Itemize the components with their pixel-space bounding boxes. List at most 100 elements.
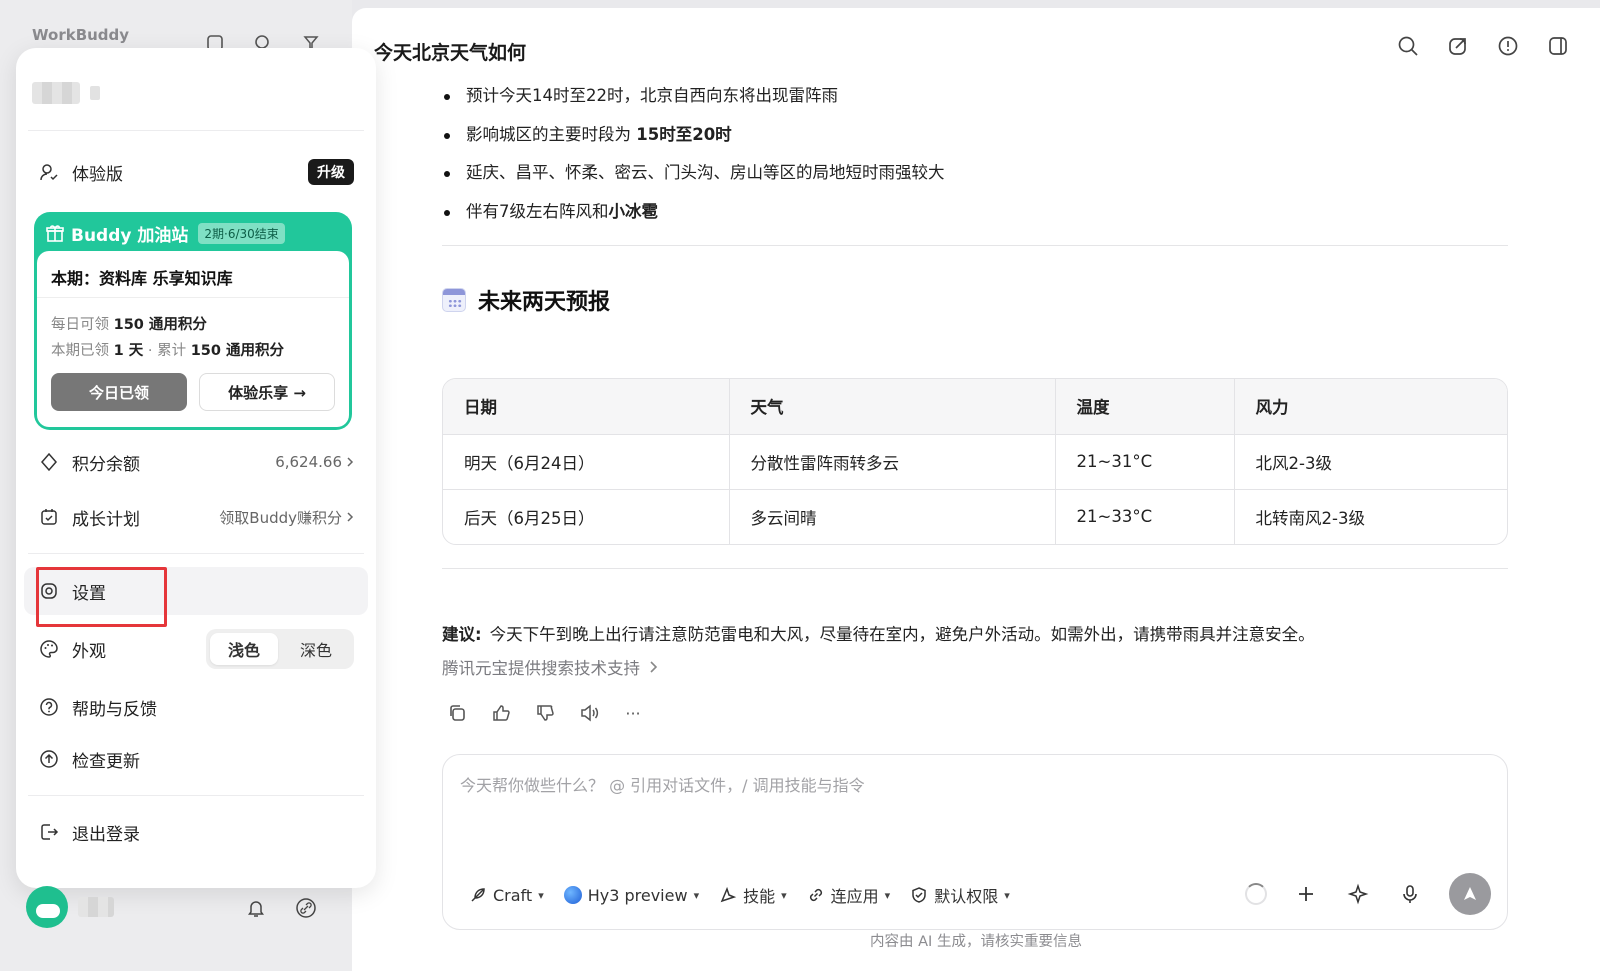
appearance-item: 外观 浅色 深色 bbox=[24, 625, 368, 673]
chevron-down-icon: ▾ bbox=[781, 888, 787, 902]
link-icon bbox=[809, 888, 822, 902]
check-update-item[interactable]: 检查更新 bbox=[24, 735, 368, 783]
table-row: 后天（6月25日） 多云间晴 21~33°C 北转南风2-3级 bbox=[443, 489, 1507, 544]
skills-icon bbox=[720, 886, 737, 903]
history-icon[interactable] bbox=[1496, 34, 1520, 58]
table-cell: 北风2-3级 bbox=[1234, 434, 1507, 490]
chevron-right-icon bbox=[347, 457, 354, 467]
footer-icons bbox=[244, 896, 318, 920]
promo-card: Buddy 加油站 2期·6/30结束 本期：资料库 乐享知识库 每日可领 15… bbox=[34, 212, 352, 430]
table-cell: 明天（6月24日） bbox=[443, 434, 730, 490]
table-cell: 21~31°C bbox=[1055, 434, 1235, 490]
upgrade-button[interactable]: 升级 bbox=[308, 159, 354, 185]
user-info bbox=[32, 82, 100, 104]
plan-item: 体验版 升级 bbox=[24, 148, 368, 196]
help-feedback-item[interactable]: 帮助与反馈 bbox=[24, 683, 368, 731]
table-cell: 分散性雷阵雨转多云 bbox=[729, 434, 1056, 490]
bell-icon[interactable] bbox=[244, 896, 268, 920]
list-item: 预计今天14时至22时，北京自西向东将出现雷阵雨 bbox=[444, 86, 945, 125]
logout-item[interactable]: 退出登录 bbox=[24, 808, 368, 856]
copy-icon[interactable] bbox=[446, 702, 468, 724]
divider bbox=[37, 297, 349, 298]
microphone-icon[interactable] bbox=[1397, 881, 1423, 907]
divider bbox=[28, 130, 364, 131]
model-logo-icon bbox=[563, 886, 582, 904]
column-header: 天气 bbox=[729, 379, 1056, 435]
more-icon[interactable]: ··· bbox=[622, 702, 644, 724]
source-link[interactable]: 腾讯元宝提供搜索技术支持 bbox=[442, 655, 658, 679]
palette-icon bbox=[38, 638, 60, 660]
conversation-title: 今天北京天气如何 bbox=[374, 42, 527, 64]
avatar[interactable] bbox=[26, 886, 68, 928]
thumbs-down-icon[interactable] bbox=[534, 702, 556, 724]
permission-selector[interactable]: 默认权限 ▾ bbox=[910, 883, 1010, 907]
promo-body: 本期：资料库 乐享知识库 每日可领 150 通用积分 本期已领 1 天 · 累计… bbox=[37, 251, 349, 427]
section-title: 未来两天预报 bbox=[478, 290, 611, 315]
promo-header: Buddy 加油站 2期·6/30结束 bbox=[37, 215, 349, 251]
search-icon[interactable] bbox=[1396, 34, 1420, 58]
logout-icon bbox=[38, 821, 60, 843]
composer-placeholder[interactable]: 今天帮你做些什么？ @ 引用对话文件，/ 调用技能与指令 bbox=[460, 772, 865, 796]
theme-dark-option[interactable]: 深色 bbox=[282, 633, 350, 665]
growth-plan-item[interactable]: 成长计划 领取Buddy赚积分 bbox=[24, 493, 368, 541]
list-item: 伴有7级左右阵风和小冰雹 bbox=[444, 202, 945, 241]
list-item: 影响城区的主要时段为 15时至20时 bbox=[444, 125, 945, 164]
thumbs-up-icon[interactable] bbox=[490, 702, 512, 724]
calendar-icon bbox=[442, 288, 466, 312]
section-heading: 未来两天预报 bbox=[442, 284, 610, 316]
highlight-box bbox=[36, 567, 167, 627]
promo-tag: 2期·6/30结束 bbox=[198, 222, 285, 244]
redacted-username bbox=[32, 82, 80, 104]
advice-label: 建议: bbox=[442, 625, 482, 644]
claimed-today-button[interactable]: 今日已领 bbox=[51, 373, 187, 411]
mode-selector[interactable]: Craft ▾ bbox=[469, 886, 544, 905]
daily-reward: 每日可领 150 通用积分 bbox=[51, 317, 207, 333]
account-menu: 体验版 升级 Buddy 加油站 2期·6/30结束 本期：资料库 乐享知识库 … bbox=[16, 48, 376, 888]
skills-selector[interactable]: 技能 ▾ bbox=[719, 883, 787, 907]
feather-icon bbox=[471, 888, 485, 902]
loading-spinner-icon bbox=[1245, 883, 1267, 905]
column-header: 日期 bbox=[443, 379, 730, 435]
share-icon[interactable] bbox=[1446, 34, 1470, 58]
divider bbox=[442, 245, 1508, 246]
chevron-down-icon: ▾ bbox=[693, 888, 700, 902]
column-header: 温度 bbox=[1055, 379, 1235, 435]
redacted-username bbox=[78, 897, 114, 917]
add-icon[interactable] bbox=[1293, 881, 1319, 907]
table-cell: 后天（6月25日） bbox=[443, 489, 730, 544]
app-brand: WorkBuddy bbox=[32, 26, 130, 44]
message-composer[interactable]: 今天帮你做些什么？ @ 引用对话文件，/ 调用技能与指令 Craft ▾ Hy3 … bbox=[442, 754, 1508, 930]
user-badge-icon bbox=[90, 86, 100, 100]
send-arrow-icon bbox=[1464, 887, 1476, 900]
promo-period: 本期：资料库 乐享知识库 bbox=[51, 269, 233, 288]
apps-selector[interactable]: 连应用 ▾ bbox=[807, 883, 891, 907]
table-cell: 21~33°C bbox=[1055, 489, 1235, 544]
points-balance-item[interactable]: 积分余额 6,624.66 bbox=[24, 438, 368, 486]
panel-toggle-icon[interactable] bbox=[1546, 34, 1570, 58]
send-button[interactable] bbox=[1449, 873, 1491, 915]
sparkle-icon[interactable] bbox=[1345, 881, 1371, 907]
theme-light-option[interactable]: 浅色 bbox=[210, 633, 278, 665]
chevron-right-icon bbox=[650, 661, 658, 673]
shield-check-icon bbox=[912, 887, 926, 903]
link-icon[interactable] bbox=[294, 896, 318, 920]
user-icon bbox=[38, 161, 60, 183]
chevron-down-icon: ▾ bbox=[884, 888, 891, 902]
table-header-row: 日期 天气 温度 风力 bbox=[443, 379, 1507, 435]
help-icon bbox=[38, 696, 60, 718]
chevron-down-icon: ▾ bbox=[1004, 888, 1010, 902]
forecast-table: 日期 天气 温度 风力 明天（6月24日） 分散性雷阵雨转多云 21~31°C … bbox=[442, 378, 1508, 545]
try-button[interactable]: 体验乐享 → bbox=[199, 373, 335, 411]
chevron-down-icon: ▾ bbox=[538, 888, 544, 902]
speaker-icon[interactable] bbox=[578, 702, 600, 724]
conversation-toolbar bbox=[1396, 34, 1570, 58]
composer-actions bbox=[1245, 873, 1491, 915]
message-actions: ··· bbox=[446, 702, 644, 724]
column-header: 风力 bbox=[1234, 379, 1507, 435]
chevron-right-icon bbox=[347, 512, 354, 522]
divider bbox=[28, 795, 364, 796]
update-icon bbox=[38, 748, 60, 770]
divider bbox=[442, 568, 1508, 569]
model-selector[interactable]: Hy3 preview ▾ bbox=[563, 886, 700, 905]
weather-bullets: 预计今天14时至22时，北京自西向东将出现雷阵雨 影响城区的主要时段为 15时至… bbox=[444, 86, 945, 240]
